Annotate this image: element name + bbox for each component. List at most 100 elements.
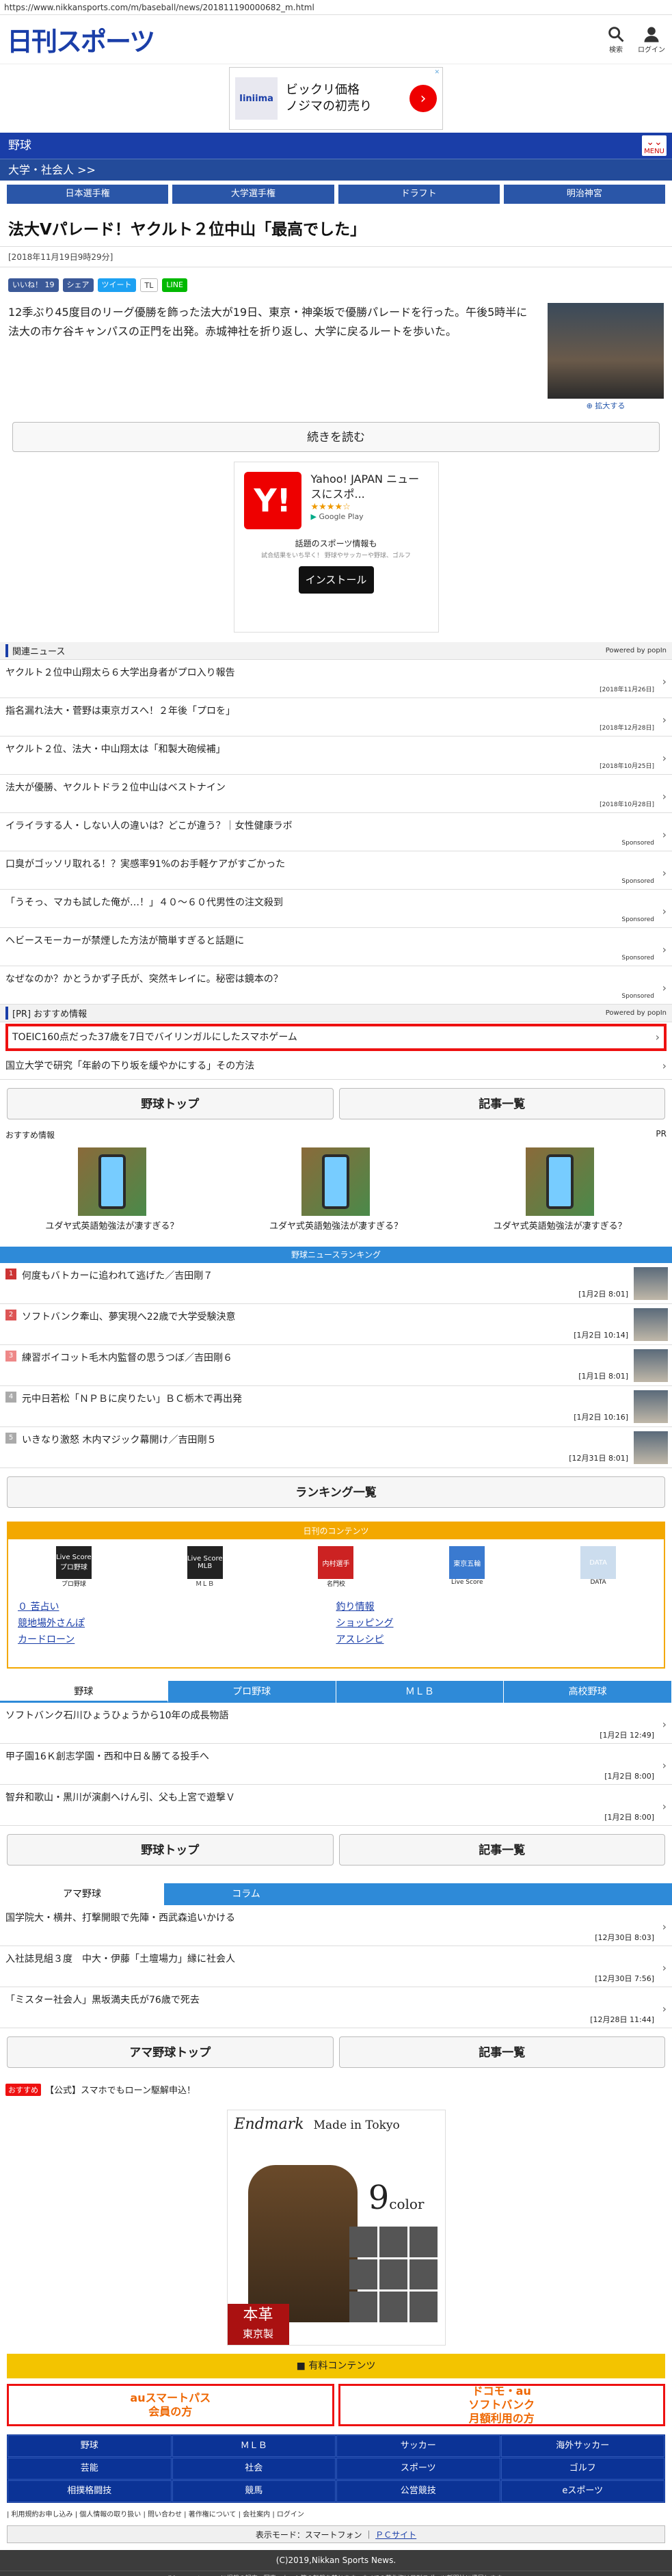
footer-nav-item[interactable]: 競馬: [172, 2480, 336, 2502]
footer-nav-item[interactable]: eスポーツ: [500, 2480, 664, 2502]
footer-nav-item[interactable]: 野球: [8, 2435, 172, 2457]
ranking-all-row: ランキング一覧: [0, 1468, 672, 1516]
list-item[interactable]: 国学院大・横井、打撃開眼で先陣・西武森追いかける [12月30日 8:03] ›: [0, 1905, 672, 1946]
pr-item-highlighted[interactable]: TOEIC160点だった37歳を7日でバイリンガルにしたスマホゲーム ›: [5, 1024, 667, 1051]
login-button[interactable]: ログイン: [638, 25, 665, 54]
ranking-item[interactable]: 5 いきなり激怒 木内マジック幕開け／吉田剛５ [12月31日 8:01]: [0, 1427, 672, 1468]
footer-links[interactable]: | 利用規約お申し込み | 個人情報の取り扱い | 問い合わせ | 著作権につい…: [0, 2506, 672, 2521]
content-link[interactable]: ショッピング: [336, 1616, 655, 1630]
sponsored-link[interactable]: おすすめ 【公式】スマホでもローン駆解申込！: [0, 2076, 672, 2103]
recommend-item[interactable]: ユダヤ式英語勉強法が凄すぎる？: [37, 1147, 187, 1232]
footer-nav-item[interactable]: 社会: [172, 2458, 336, 2480]
pc-site-link[interactable]: ＰＣサイト: [375, 2530, 416, 2540]
ad-arrow-icon[interactable]: ›: [409, 85, 437, 112]
user-icon: [644, 27, 659, 42]
content-link[interactable]: アスレシピ: [336, 1632, 655, 1646]
article-photo[interactable]: ⊕ 拡大する: [548, 303, 664, 411]
content-link[interactable]: カードローン: [18, 1632, 336, 1646]
ranking-item[interactable]: 1 何度もバトカーに追われて逃げた／吉田剛７ [1月2日 8:01]: [0, 1263, 672, 1304]
enlarge-link[interactable]: ⊕ 拡大する: [548, 400, 664, 411]
tab-baseball[interactable]: 野球: [0, 1681, 168, 1703]
menu-button[interactable]: ⌄⌄ MENU: [642, 135, 667, 156]
facebook-like-button[interactable]: いいね！ 19: [8, 278, 59, 292]
amateur-top-button[interactable]: アマ野球トップ: [7, 2036, 334, 2068]
pr-item[interactable]: 国立大学で研究「年齢の下り坂を緩やかにする」その方法 ›: [0, 1052, 672, 1080]
footer-nav-item[interactable]: サッカー: [336, 2435, 500, 2457]
list-item[interactable]: 「ミスター社会人」黒坂満夫氏が76歳で死去 [12月28日 11:44] ›: [0, 1987, 672, 2028]
facebook-share-button[interactable]: シェア: [62, 278, 94, 292]
bag-ad[interactable]: Endmark Made in Tokyo 9color 本革 東京製: [226, 2110, 446, 2346]
recommend-item[interactable]: ユダヤ式英語勉強法が凄すぎる？: [485, 1147, 635, 1232]
content-link[interactable]: 釣り情報: [336, 1599, 655, 1613]
footer-nav-item[interactable]: ゴルフ: [500, 2458, 664, 2480]
list-item[interactable]: 「うそっ、マカも試した俺が…！」４０〜６０代男性の注文殺到 Sponsored ›: [0, 890, 672, 928]
paid-content-bar[interactable]: ■ 有料コンテンツ: [7, 2354, 665, 2378]
line-button[interactable]: LINE: [162, 278, 187, 292]
footer-nav-item[interactable]: 芸能: [8, 2458, 172, 2480]
tab-item[interactable]: 明治神宮: [503, 185, 665, 204]
list-item[interactable]: ソフトバンク石川ひょうひょうから10年の成長物語 [1月2日 12:49] ›: [0, 1703, 672, 1744]
ranking-all-button[interactable]: ランキング一覧: [7, 1476, 665, 1508]
subcategory-link[interactable]: 大学・社会人 >>: [0, 159, 672, 181]
content-icon-olympic[interactable]: 東京五輪 Live Score: [446, 1546, 487, 1590]
recommend-image[interactable]: [526, 1147, 595, 1216]
list-item[interactable]: なぜなのか？かとうかず子氏が、突然キレイに。秘密は鏡本の？ Sponsored ›: [0, 966, 672, 1005]
content-icon-npb[interactable]: Live Score プロ野球 プロ野球: [53, 1546, 94, 1590]
footer-nav-item[interactable]: ＭＬＢ: [172, 2435, 336, 2457]
install-button[interactable]: インストール: [298, 566, 374, 594]
content-icon-mlb[interactable]: Live Score MLB ＭＬＢ: [185, 1546, 226, 1590]
tweet-button[interactable]: ツイート: [97, 278, 136, 292]
content-icon-data[interactable]: DATA DATA: [578, 1546, 619, 1590]
article-list-button[interactable]: 記事一覧: [338, 1088, 665, 1119]
read-more-button[interactable]: 続きを読む: [12, 422, 660, 452]
article-body: 12季ぶり45度目のリーグ優勝を飾った法大が19日、東京・神楽坂で優勝パレードを…: [0, 297, 672, 416]
list-item[interactable]: ヤクルト２位中山翔太ら６大学出身者がプロ入り報告 [2018年11月26日] ›: [0, 660, 672, 698]
content-link[interactable]: ０ 苦占い: [18, 1599, 336, 1613]
tab-amateur[interactable]: アマ野球: [0, 1883, 164, 1905]
photo-image[interactable]: [548, 303, 664, 399]
footer-nav-item[interactable]: スポーツ: [336, 2458, 500, 2480]
list-item[interactable]: イライラする人・しない人の違いは？どこが違う？｜女性健康ラボ Sponsored ›: [0, 813, 672, 851]
list-item[interactable]: ヘビースモーカーが禁煙した方法が簡単すぎると話題に Sponsored ›: [0, 928, 672, 966]
list-item[interactable]: 甲子園16Ｋ創志学園・西和中日＆勝てる投手へ [1月2日 8:00] ›: [0, 1744, 672, 1785]
footer-nav-item[interactable]: 海外サッカー: [500, 2435, 664, 2457]
chevron-right-icon: ›: [662, 1718, 667, 1731]
tab-highschool[interactable]: 高校野球: [504, 1681, 672, 1703]
url-bar[interactable]: https://www.nikkansports.com/m/baseball/…: [0, 0, 672, 15]
ranking-item[interactable]: 4 元中日若松「ＮＰＢに戻りたい」ＢＣ栃木で再出発 [1月2日 10:16]: [0, 1386, 672, 1427]
footer-nav-item[interactable]: 公営競技: [336, 2480, 500, 2502]
list-item[interactable]: 口臭がゴッソリ取れる！？実感率91%のお手軽ケアがすごかった Sponsored ›: [0, 851, 672, 890]
baseball-top-button[interactable]: 野球トップ: [7, 1088, 334, 1119]
list-item[interactable]: 入社誌見組３度 中大・伊藤「土壇場力」縁に社会人 [12月30日 7:56] ›: [0, 1946, 672, 1987]
list-item[interactable]: ヤクルト２位、法大・中山翔太は「和製大砲候補」 [2018年10月25日] ›: [0, 736, 672, 775]
baseball-top-button[interactable]: 野球トップ: [7, 1834, 334, 1865]
list-item[interactable]: 智弁和歌山・黒川が演劇へけん引、父も上宮で遊撃Ｖ [1月2日 8:00] ›: [0, 1785, 672, 1826]
yahoo-app-ad[interactable]: Y! Yahoo! JAPAN ニュースにスポ... ★★★★☆ ▶ Googl…: [233, 462, 439, 633]
tab-item[interactable]: ドラフト: [338, 185, 500, 204]
search-button[interactable]: 検索: [606, 25, 626, 54]
list-item[interactable]: 指名漏れ法大・菅野は東京ガスへ！２年後「プロを」 [2018年12月28日] ›: [0, 698, 672, 736]
recommend-image[interactable]: [77, 1147, 146, 1216]
site-logo[interactable]: 日刊スポーツ: [7, 21, 155, 58]
ranking-item[interactable]: 2 ソフトバンク牽山、夢実現へ22歳で大学受験決意 [1月2日 10:14]: [0, 1304, 672, 1345]
recommend-item[interactable]: ユダヤ式英語勉強法が凄すぎる？: [260, 1147, 411, 1232]
article-list-button[interactable]: 記事一覧: [338, 2036, 665, 2068]
ad-close-icon[interactable]: ✕: [434, 69, 440, 76]
top-ad[interactable]: Iiniima ビックリ価格 ノジマの初売り › ✕: [0, 64, 672, 133]
content-link[interactable]: 競地場外さんぽ: [18, 1616, 336, 1630]
list-item[interactable]: 法大が優勝、ヤクルトドラ２位中山はベストナイン [2018年10月28日] ›: [0, 775, 672, 813]
tab-npb[interactable]: プロ野球: [167, 1681, 336, 1703]
ranking-item[interactable]: 3 練習ボイコット毛木内監督の思うつぼ／吉田剛６ [1月1日 8:01]: [0, 1345, 672, 1386]
tab-item[interactable]: 大学選手権: [172, 185, 334, 204]
recommend-image[interactable]: [301, 1147, 371, 1216]
au-smartpass-button[interactable]: auスマートパス 会員の方: [7, 2384, 334, 2426]
article-list-button[interactable]: 記事一覧: [338, 1834, 665, 1865]
footer-nav-item[interactable]: 相撲格闘技: [8, 2480, 172, 2502]
content-icon-player[interactable]: 内村選手 名門校: [315, 1546, 356, 1590]
tab-item[interactable]: 日本選手権: [7, 185, 169, 204]
carrier-button[interactable]: ドコモ・au ソフトバンク 月額利用の方: [338, 2384, 665, 2426]
timeline-button[interactable]: TL: [139, 278, 159, 292]
category-label[interactable]: 野球: [8, 133, 44, 159]
tab-column[interactable]: コラム: [164, 1883, 328, 1905]
tab-mlb[interactable]: ＭＬＢ: [336, 1681, 505, 1703]
